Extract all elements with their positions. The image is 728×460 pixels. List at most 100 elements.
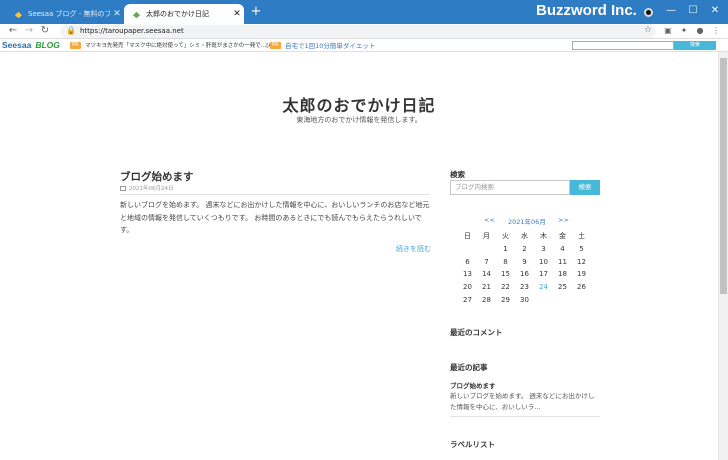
calendar-day: 15 bbox=[501, 270, 510, 279]
post-body: 新しいブログを始めます。 週末などにお出かけした情報を中心に、おいしいランチのお… bbox=[120, 201, 430, 234]
seesaa-logo[interactable]: Seesaa BLOG bbox=[2, 40, 60, 50]
blog-subtitle: 東海地方のおでかけ情報を発信します。 bbox=[296, 116, 422, 124]
tab-search-icon[interactable]: ▣ bbox=[662, 25, 674, 37]
calendar-day: 20 bbox=[463, 283, 472, 292]
blog-search-input[interactable]: ブログ内検索 bbox=[450, 180, 570, 195]
seesaa-search-button[interactable]: 検索 bbox=[674, 41, 716, 50]
tab-close-icon[interactable]: ✕ bbox=[110, 9, 124, 19]
calendar-day: 7 bbox=[484, 257, 489, 266]
calendar-day: 1 bbox=[503, 244, 508, 253]
calendar-day[interactable]: 24 bbox=[534, 281, 553, 294]
logo-sub: BLOG bbox=[35, 40, 60, 50]
maximize-button[interactable]: ☐ bbox=[684, 4, 702, 18]
blog-search-button[interactable]: 検索 bbox=[570, 180, 600, 195]
bookmark-star-icon[interactable]: ☆ bbox=[644, 25, 652, 35]
tab-blog[interactable]: 太郎のおでかけ日記 ✕ bbox=[124, 4, 244, 24]
tab-seesaa[interactable]: Seesaa ブログ - 無料のブログ(blog) ✕ bbox=[6, 4, 124, 24]
calendar-day: 19 bbox=[577, 270, 586, 279]
search-heading: 検索 bbox=[450, 170, 465, 179]
calendar-weekday-row: 日月火水木金土 bbox=[458, 230, 591, 243]
calendar-grid: 日月火水木金土 1 2 3 4 5 6 7 8 9 10 11 12 13 14 15 16 17 18 19 20 21… bbox=[458, 230, 591, 307]
calendar-day: 21 bbox=[482, 283, 491, 292]
extensions-icon[interactable]: ✦ bbox=[678, 25, 690, 37]
calendar-next[interactable]: >> bbox=[558, 216, 569, 224]
url-text: https://taroupaper.seesaa.net bbox=[80, 27, 184, 35]
recent-post-excerpt: 新しいブログを始めます。 週末などにお出かけした情報を中心に、おいしいラ... bbox=[450, 392, 595, 411]
back-arrow-icon[interactable]: ← bbox=[6, 24, 20, 38]
calendar-day: 2 bbox=[522, 244, 527, 253]
calendar-day: 9 bbox=[522, 257, 527, 266]
blog-favicon-icon bbox=[132, 11, 141, 18]
read-more-link[interactable]: 続きを読む bbox=[396, 244, 431, 254]
calendar-weekday: 月 bbox=[483, 232, 490, 240]
calendar-day: 11 bbox=[558, 257, 567, 266]
calendar-day: 22 bbox=[501, 283, 510, 292]
seesaa-bar: Seesaa BLOG PR マツキヨ先発売「マスク中に絶対使って」シミ・肝斑がま… bbox=[0, 40, 728, 52]
calendar-month[interactable]: 2021年06月 bbox=[508, 216, 546, 226]
reload-icon[interactable]: ↻ bbox=[38, 24, 52, 38]
calendar-day: 4 bbox=[560, 244, 565, 253]
calendar-day: 27 bbox=[463, 295, 472, 304]
pr-badge: PR bbox=[270, 42, 281, 49]
calendar-day: 3 bbox=[541, 244, 546, 253]
minimize-button[interactable]: — bbox=[662, 4, 680, 18]
menu-kebab-icon[interactable]: ⋮ bbox=[710, 25, 722, 37]
calendar-weekday: 日 bbox=[464, 232, 471, 240]
tab-close-icon[interactable]: ✕ bbox=[230, 9, 244, 19]
calendar-day: 5 bbox=[579, 244, 584, 253]
browser-toolbar: ← → ↻ 🔒 https://taroupaper.seesaa.net ☆ … bbox=[0, 24, 728, 39]
calendar-day: 14 bbox=[482, 270, 491, 279]
calendar-day: 30 bbox=[520, 295, 529, 304]
calendar-week-row: 13 14 15 16 17 18 19 bbox=[458, 268, 591, 281]
calendar-week-row: 6 7 8 9 10 11 12 bbox=[458, 256, 591, 269]
calendar-day: 23 bbox=[520, 283, 529, 292]
tab-title: 太郎のおでかけ日記 bbox=[146, 10, 209, 18]
brand-watermark: Buzzword Inc. bbox=[536, 2, 637, 19]
new-tab-button[interactable]: + bbox=[248, 4, 264, 20]
record-icon bbox=[644, 8, 653, 17]
calendar-weekday: 水 bbox=[521, 232, 528, 240]
calendar-day: 29 bbox=[501, 295, 510, 304]
calendar-day: 18 bbox=[558, 270, 567, 279]
calendar-day: 8 bbox=[503, 257, 508, 266]
close-window-button[interactable]: ✕ bbox=[706, 4, 724, 18]
tab-title: Seesaa ブログ - 無料のブログ(blog) bbox=[28, 10, 110, 18]
seesaa-favicon-icon bbox=[14, 11, 23, 18]
calendar-day bbox=[477, 243, 496, 256]
calendar-day bbox=[458, 243, 477, 256]
calendar-day: 25 bbox=[558, 283, 567, 292]
post-date-text: 2021年06月24日 bbox=[129, 186, 174, 192]
address-bar[interactable]: 🔒 https://taroupaper.seesaa.net ☆ bbox=[60, 25, 656, 38]
calendar-day: 10 bbox=[539, 257, 548, 266]
calendar-week-row: 20 21 22 23 24 25 26 bbox=[458, 281, 591, 294]
browser-titlebar: Seesaa ブログ - 無料のブログ(blog) ✕ 太郎のおでかけ日記 ✕ … bbox=[0, 0, 728, 24]
scrollbar-thumb[interactable] bbox=[720, 58, 727, 294]
calendar-day: 12 bbox=[577, 257, 586, 266]
forward-arrow-icon[interactable]: → bbox=[22, 24, 36, 38]
calendar-icon bbox=[120, 186, 126, 191]
label-list-heading: ラベルリスト bbox=[450, 440, 495, 449]
calendar-weekday: 金 bbox=[559, 232, 566, 240]
seesaa-search-input[interactable] bbox=[572, 41, 674, 50]
pr-link-1[interactable]: マツキヨ先発売「マスク中に絶対使って」シミ・肝斑がまさかの一発で…[AD] bbox=[85, 41, 279, 49]
calendar-weekday: 火 bbox=[502, 232, 509, 240]
page-scrollbar[interactable] bbox=[718, 52, 728, 460]
calendar-prev[interactable]: << bbox=[484, 216, 495, 224]
post-title[interactable]: ブログ始めます bbox=[120, 169, 194, 184]
logo-main: Seesaa bbox=[2, 40, 32, 50]
recent-post-link[interactable]: ブログ始めます bbox=[450, 380, 496, 390]
lock-icon: 🔒 bbox=[66, 26, 76, 35]
calendar-week-row: 1 2 3 4 5 bbox=[458, 243, 591, 256]
post-date: 2021年06月24日 bbox=[120, 184, 430, 195]
profile-icon[interactable]: ● bbox=[694, 25, 706, 37]
calendar-day: 28 bbox=[482, 295, 491, 304]
calendar-week-row: 27 28 29 30 bbox=[458, 294, 591, 307]
calendar-day bbox=[534, 294, 553, 307]
calendar-day: 26 bbox=[577, 283, 586, 292]
calendar-day: 16 bbox=[520, 270, 529, 279]
recent-comments-heading: 最近のコメント bbox=[450, 328, 503, 337]
pr-badge: PR bbox=[70, 42, 81, 49]
pr-link-2[interactable]: 自宅で1回10分簡単ダイエット bbox=[285, 40, 375, 50]
blog-title[interactable]: 太郎のおでかけ日記 bbox=[0, 92, 718, 116]
recent-posts-heading: 最近の記事 bbox=[450, 363, 488, 372]
